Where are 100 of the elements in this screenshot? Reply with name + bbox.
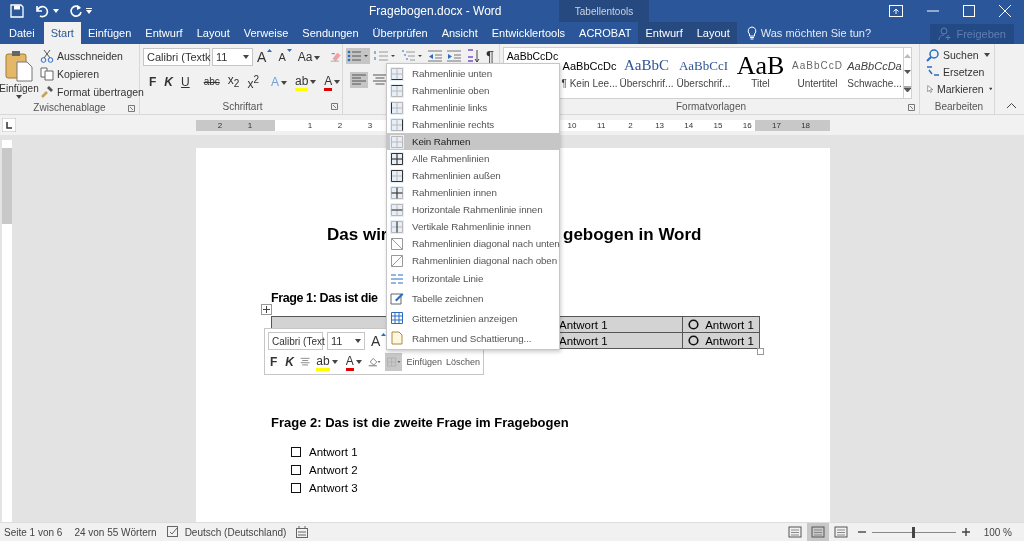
caret-icon[interactable]: [334, 80, 341, 84]
zoom-level[interactable]: 100 %: [983, 526, 1012, 538]
more-styles-icon[interactable]: [904, 86, 911, 92]
ribbon-tab[interactable]: Entwurf: [638, 22, 690, 44]
dialog-launcher-icon[interactable]: [331, 103, 338, 110]
subscript-button[interactable]: x$_{2}$: [225, 72, 242, 93]
zoom-out-icon[interactable]: [857, 528, 866, 536]
menu-item[interactable]: Gitternetzlinien anzeigen: [387, 308, 559, 328]
menu-item[interactable]: Rahmen und Schattierung...: [387, 328, 559, 348]
highlight-button[interactable]: ab: [292, 73, 319, 92]
redo-icon[interactable]: [69, 4, 83, 18]
italic-button[interactable]: K: [283, 354, 296, 370]
menu-item[interactable]: Rahmenlinie rechts: [387, 116, 559, 133]
table-resize-handle-icon[interactable]: [757, 348, 764, 355]
ribbon-display-icon[interactable]: [889, 5, 903, 17]
style-preset[interactable]: AaB Titel: [732, 48, 789, 98]
style-preset[interactable]: AaBbCcI Überschrif...: [675, 48, 732, 98]
ribbon-tab[interactable]: Entwurf: [138, 22, 190, 44]
menu-item[interactable]: Horizontale Linie: [387, 269, 559, 288]
caret-icon[interactable]: [53, 9, 59, 13]
caret-icon[interactable]: [988, 86, 992, 91]
tab-selector-icon[interactable]: [2, 118, 16, 132]
caret-icon[interactable]: [16, 94, 22, 99]
clipboard-button[interactable]: Ausschneiden: [38, 47, 146, 64]
style-preset[interactable]: AaBbCcDc ¶ Kein Lee...: [561, 48, 618, 98]
ribbon-tab[interactable]: Einfügen: [80, 22, 139, 44]
ribbon-tab[interactable]: Layout: [189, 22, 237, 44]
center-align-icon[interactable]: [300, 355, 311, 369]
italic-button[interactable]: K: [162, 74, 175, 91]
checkbox[interactable]: [291, 465, 301, 475]
increase-indent-icon[interactable]: [446, 48, 462, 64]
word-count[interactable]: 24 von 55 Wörtern: [74, 526, 157, 538]
ribbon-tab[interactable]: Layout: [689, 22, 737, 44]
ribbon-tab[interactable]: Entwicklertools: [484, 22, 573, 44]
font-color-button[interactable]: A: [322, 73, 343, 92]
table-move-handle-icon[interactable]: [261, 304, 272, 315]
superscript-button[interactable]: x$^{2}$: [245, 72, 261, 93]
menu-item[interactable]: Alle Rahmenlinien: [387, 150, 559, 167]
dialog-launcher-icon[interactable]: [128, 105, 135, 112]
ribbon-tab[interactable]: Überprüfen: [365, 22, 435, 44]
font-family-field[interactable]: Calibri (Textk: [143, 48, 210, 66]
undo-icon[interactable]: [34, 4, 50, 18]
bullet-list-icon[interactable]: [346, 48, 370, 64]
checkbox[interactable]: [291, 483, 301, 493]
arrow-down-icon[interactable]: [286, 49, 292, 52]
arrow-up-icon[interactable]: [381, 333, 387, 336]
language-status[interactable]: Deutsch (Deutschland): [184, 526, 287, 538]
ribbon-tab[interactable]: Verweise: [236, 22, 296, 44]
paste-button[interactable]: Einfügen: [0, 45, 38, 99]
font-size-field[interactable]: 11: [327, 332, 365, 350]
menu-item[interactable]: Horizontale Rahmenlinie innen: [387, 201, 559, 218]
grow-font-button[interactable]: A: [369, 333, 389, 349]
menu-item[interactable]: Rahmenlinien innen: [387, 184, 559, 201]
font-size-field[interactable]: 11: [212, 48, 254, 66]
menu-item[interactable]: Rahmenlinien diagonal nach unten: [387, 235, 559, 252]
caret-icon[interactable]: [310, 80, 317, 84]
underline-button[interactable]: U: [179, 74, 192, 91]
align-center-icon[interactable]: [371, 72, 389, 88]
caret-icon[interactable]: [983, 52, 990, 57]
highlight-button[interactable]: ab: [314, 353, 340, 371]
tell-me-field[interactable]: Was möchten Sie tun?: [760, 27, 872, 39]
style-preset[interactable]: AaBbCcD Untertitel: [789, 48, 846, 98]
menu-item[interactable]: Rahmenlinie links: [387, 99, 559, 116]
maximize-icon[interactable]: [963, 5, 975, 17]
delete-button[interactable]: Löschen: [445, 357, 480, 367]
bold-button[interactable]: F: [268, 354, 280, 370]
proofing-icon[interactable]: [166, 526, 179, 538]
font-color-button[interactable]: A: [343, 353, 364, 371]
caret-icon[interactable]: [331, 359, 338, 364]
shading-icon[interactable]: [367, 355, 381, 369]
insert-button[interactable]: Einfügen: [406, 357, 442, 367]
ribbon-tab[interactable]: Ansicht: [434, 22, 485, 44]
sort-icon[interactable]: [465, 48, 481, 64]
customize-caret-icon[interactable]: [86, 8, 92, 14]
menu-item[interactable]: Tabelle zeichnen: [387, 288, 559, 308]
editing-button[interactable]: Ersetzen: [924, 63, 994, 80]
editing-button[interactable]: Suchen: [924, 46, 994, 63]
caret-icon[interactable]: [243, 55, 250, 59]
close-icon[interactable]: [999, 5, 1011, 17]
zoom-slider[interactable]: [871, 526, 956, 538]
style-preset[interactable]: AaBbC Überschrif...: [618, 48, 675, 98]
font-family-field[interactable]: Calibri (Text: [268, 332, 323, 350]
change-case-button[interactable]: Aa: [295, 49, 323, 65]
strikethrough-button[interactable]: abc: [201, 74, 222, 91]
clipboard-button[interactable]: Format übertragen: [38, 83, 146, 100]
ribbon-tab[interactable]: ACROBAT: [572, 22, 639, 44]
menu-item[interactable]: Vertikale Rahmenlinie innen: [387, 218, 559, 235]
page-count[interactable]: Seite 1 von 6: [4, 526, 63, 538]
menu-item[interactable]: Rahmenlinie unten: [387, 65, 559, 82]
editing-button[interactable]: Markieren: [924, 80, 994, 97]
shrink-font-button[interactable]: A: [276, 49, 294, 65]
print-layout-icon[interactable]: [806, 523, 829, 541]
menu-item[interactable]: Rahmenlinien außen: [387, 167, 559, 184]
clipboard-button[interactable]: Kopieren: [38, 65, 146, 82]
menu-item[interactable]: Kein Rahmen: [387, 133, 559, 150]
decrease-indent-icon[interactable]: [427, 48, 443, 64]
ribbon-tab[interactable]: Start: [43, 22, 81, 44]
caret-icon[interactable]: [355, 359, 362, 364]
bold-button[interactable]: F: [147, 74, 159, 91]
zoom-slider-thumb[interactable]: [911, 526, 915, 538]
